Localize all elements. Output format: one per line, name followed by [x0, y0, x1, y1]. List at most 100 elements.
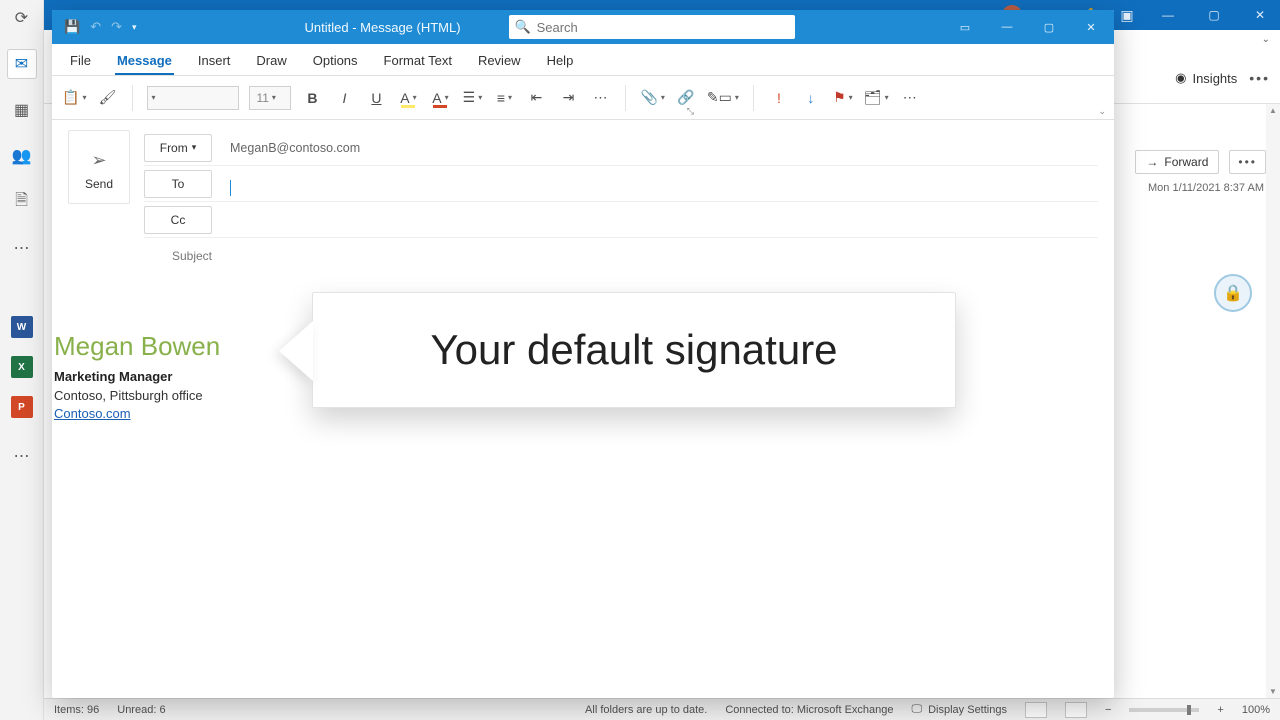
- powerpoint-app-tile[interactable]: P: [11, 396, 33, 418]
- reading-pane: ▲ ▼ → Forward ••• Mon 1/11/2021 8:37 AM …: [1112, 104, 1280, 698]
- follow-up-flag-button[interactable]: ⚑: [832, 85, 854, 111]
- signature-name: Megan Bowen: [54, 328, 220, 366]
- status-items: Items: 96: [54, 704, 99, 716]
- tags-overflow-icon[interactable]: ⋯: [899, 85, 921, 111]
- excel-app-tile[interactable]: X: [11, 356, 33, 378]
- insights-button[interactable]: ◉ Insights: [1175, 70, 1237, 86]
- attach-file-button[interactable]: 📎: [640, 85, 664, 111]
- send-button[interactable]: ➢ Send: [68, 130, 130, 204]
- status-connection: Connected to: Microsoft Exchange: [725, 704, 893, 716]
- compose-window: 💾 ↶ ↷ ▾ Untitled - Message (HTML) 🔍 ▭ — …: [52, 10, 1114, 698]
- tab-message[interactable]: Message: [115, 47, 174, 75]
- ribbon-overflow-icon[interactable]: •••: [1249, 70, 1270, 86]
- to-input[interactable]: [230, 177, 1098, 191]
- zoom-slider[interactable]: [1129, 708, 1199, 712]
- from-picker-button[interactable]: From ▾: [144, 134, 212, 162]
- send-icon: ➢: [91, 150, 106, 171]
- save-icon[interactable]: 💾: [64, 19, 80, 35]
- status-unread: Unread: 6: [117, 704, 165, 716]
- subject-input[interactable]: [230, 244, 1098, 268]
- display-settings-button[interactable]: 🖵 Display Settings: [912, 703, 1007, 716]
- format-overflow-icon[interactable]: ⋯: [589, 85, 611, 111]
- chevron-down-icon: ▾: [192, 142, 197, 153]
- compose-header: ➢ Send From ▾ MeganB@contoso.com To Cc S…: [52, 120, 1114, 274]
- to-picker-button[interactable]: To: [144, 170, 212, 198]
- status-sync: All folders are up to date.: [585, 704, 707, 716]
- increase-indent-button[interactable]: ⇥: [557, 85, 579, 111]
- send-label: Send: [85, 177, 113, 191]
- forward-button[interactable]: → Forward: [1135, 150, 1219, 174]
- bold-button[interactable]: B: [301, 85, 323, 111]
- view-reading-button[interactable]: [1065, 702, 1087, 718]
- font-size-selector[interactable]: 11: [249, 86, 291, 110]
- format-painter-button[interactable]: 🖌: [96, 85, 118, 111]
- signature-button[interactable]: ✎▭: [707, 85, 739, 111]
- compose-maximize-button[interactable]: ▢: [1032, 10, 1066, 44]
- compose-minimize-button[interactable]: —: [990, 10, 1024, 44]
- tab-options[interactable]: Options: [311, 47, 360, 75]
- compose-ribbon-mode-button[interactable]: ▭: [948, 10, 982, 44]
- tab-format-text[interactable]: Format Text: [382, 47, 454, 75]
- tab-insert[interactable]: Insert: [196, 47, 233, 75]
- forward-label: Forward: [1164, 155, 1208, 169]
- underline-button[interactable]: U: [365, 85, 387, 111]
- high-importance-button[interactable]: !: [768, 85, 790, 111]
- calendar-icon[interactable]: ▦: [8, 96, 36, 124]
- paste-button[interactable]: 📋: [62, 85, 86, 111]
- display-settings-label: Display Settings: [928, 704, 1007, 716]
- from-address: MeganB@contoso.com: [230, 141, 1098, 155]
- insert-link-button[interactable]: 🔗: [675, 85, 697, 111]
- view-normal-button[interactable]: [1025, 702, 1047, 718]
- reading-scrollbar[interactable]: ▲ ▼: [1266, 104, 1280, 698]
- annotation-callout: Your default signature: [312, 292, 956, 408]
- mail-icon[interactable]: ✉: [8, 50, 36, 78]
- numbering-button[interactable]: ≡: [493, 85, 515, 111]
- tab-review[interactable]: Review: [476, 47, 523, 75]
- signature-link[interactable]: Contoso.com: [54, 406, 131, 421]
- more-apps-icon[interactable]: ⋯: [8, 234, 36, 262]
- font-family-selector[interactable]: [147, 86, 239, 110]
- people-icon[interactable]: 👥: [8, 142, 36, 170]
- word-app-tile[interactable]: W: [11, 316, 33, 338]
- signature-role: Marketing Manager: [54, 368, 220, 387]
- app-minimize-button[interactable]: —: [1154, 8, 1182, 22]
- redo-icon[interactable]: ↷: [111, 19, 122, 35]
- quick-access-toolbar: 💾 ↶ ↷ ▾: [58, 19, 137, 35]
- ribbon-collapse-icon[interactable]: ⌄: [1262, 34, 1270, 45]
- tab-draw[interactable]: Draw: [254, 47, 288, 75]
- italic-button[interactable]: I: [333, 85, 355, 111]
- sync-icon[interactable]: ⟳: [8, 4, 36, 32]
- qat-dropdown-icon[interactable]: ▾: [132, 22, 137, 33]
- highlight-button[interactable]: A: [397, 85, 419, 111]
- app-close-button[interactable]: ✕: [1246, 8, 1274, 22]
- window-switch-icon[interactable]: ▣: [1118, 7, 1136, 24]
- tab-help[interactable]: Help: [545, 47, 576, 75]
- font-color-button[interactable]: A: [429, 85, 451, 111]
- zoom-in-button[interactable]: +: [1217, 704, 1223, 716]
- tab-file[interactable]: File: [68, 47, 93, 75]
- insights-icon: ◉: [1175, 70, 1186, 86]
- status-bar: Items: 96 Unread: 6 All folders are up t…: [44, 698, 1280, 720]
- scroll-up-icon[interactable]: ▲: [1266, 106, 1280, 115]
- assign-policy-button[interactable]: 🗂: [864, 85, 889, 111]
- ribbon-collapse-icon[interactable]: ⌄: [1098, 106, 1106, 117]
- message-actions-overflow[interactable]: •••: [1229, 150, 1266, 174]
- search-input[interactable]: [537, 20, 787, 35]
- compose-close-button[interactable]: ✕: [1074, 10, 1108, 44]
- message-timestamp: Mon 1/11/2021 8:37 AM: [1148, 182, 1264, 194]
- tasks-icon[interactable]: 🗎: [8, 188, 36, 216]
- signature-location: Contoso, Pittsburgh office: [54, 387, 220, 406]
- forward-icon: →: [1146, 155, 1158, 169]
- compose-body[interactable]: Megan Bowen Marketing Manager Contoso, P…: [52, 274, 1114, 698]
- cc-picker-button[interactable]: Cc: [144, 206, 212, 234]
- low-importance-button[interactable]: ↓: [800, 85, 822, 111]
- decrease-indent-button[interactable]: ⇤: [525, 85, 547, 111]
- bullets-button[interactable]: ☰: [461, 85, 483, 111]
- app-maximize-button[interactable]: ▢: [1200, 8, 1228, 22]
- zoom-out-button[interactable]: −: [1105, 704, 1111, 716]
- more-tiles-icon[interactable]: ⋯: [8, 442, 36, 470]
- from-label: From: [160, 141, 188, 155]
- undo-icon[interactable]: ↶: [90, 19, 101, 35]
- scroll-down-icon[interactable]: ▼: [1266, 687, 1280, 696]
- search-box[interactable]: 🔍: [509, 15, 795, 39]
